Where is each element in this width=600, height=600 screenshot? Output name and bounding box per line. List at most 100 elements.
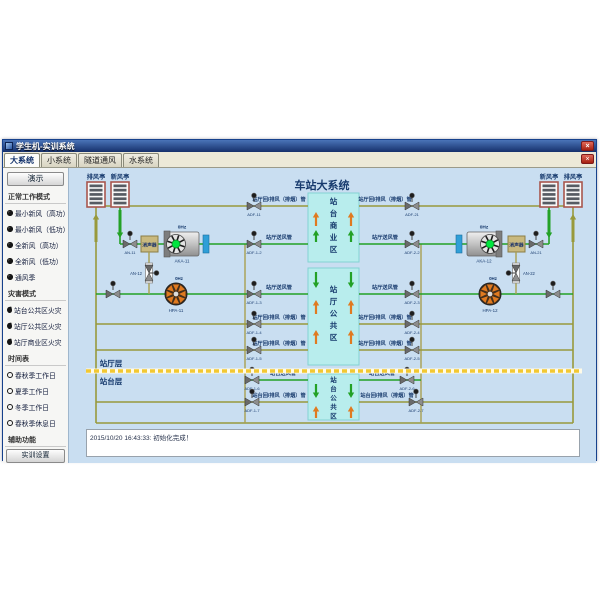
diagram-label: 排风亭: [564, 173, 583, 181]
muffler[interactable]: 消声器: [141, 236, 158, 252]
app-icon: [5, 142, 13, 150]
damper-id: AN-12: [130, 271, 143, 276]
damper-id: ADF-21: [405, 212, 420, 217]
diagram-title: 车站大系统: [295, 178, 350, 192]
sidebar-item[interactable]: 站厅公共区火灾: [3, 318, 68, 334]
damper-actuator[interactable]: [551, 281, 556, 286]
damper-actuator[interactable]: [414, 389, 419, 394]
damper-icon[interactable]: ADF-1-3: [246, 281, 262, 305]
supply-fan-icon[interactable]: 0HzAKA-12: [467, 225, 502, 264]
sidebar-item[interactable]: 最小新风（低功）: [3, 221, 68, 237]
damper-actuator[interactable]: [410, 281, 415, 286]
damper-id: ADF-1-7: [244, 408, 260, 413]
damper-id: AN-21: [530, 250, 542, 255]
flow-arrow: [117, 233, 123, 239]
fan-id: HPA-11: [169, 308, 184, 313]
damper-actuator[interactable]: [250, 389, 255, 394]
vent-pavilion: 新风亭: [111, 173, 130, 207]
damper-icon[interactable]: [546, 281, 560, 298]
diagram-label: 站厅回/排风（排烟）管: [358, 313, 411, 321]
damper-actuator[interactable]: [410, 193, 415, 198]
tab-隧道通风[interactable]: 隧道通风: [78, 153, 122, 167]
damper-icon[interactable]: AN-21: [529, 231, 543, 255]
flow-arrow: [93, 214, 99, 220]
sidebar-item-label: 全新风（高功）: [15, 240, 63, 250]
damper-id: ADF-2-7: [408, 408, 424, 413]
section-header: 灾害模式: [5, 287, 66, 301]
sidebar-item[interactable]: 全新风（低功）: [3, 253, 68, 269]
fan-frequency: 0Hz: [178, 225, 187, 231]
damper-actuator[interactable]: [410, 311, 415, 316]
workspace-close-icon[interactable]: ×: [581, 154, 594, 164]
damper-actuator[interactable]: [534, 231, 539, 236]
damper-actuator[interactable]: [128, 231, 133, 236]
sidebar-item[interactable]: 夏季工作日: [3, 383, 68, 399]
flame-icon: [6, 339, 12, 346]
close-icon[interactable]: ×: [581, 141, 594, 151]
damper-actuator[interactable]: [506, 271, 511, 276]
damper-icon[interactable]: [106, 281, 120, 298]
damper-icon[interactable]: ADF-2-3: [404, 281, 420, 305]
screenshot-stage: 学生机-实训系统 × 大系统小系统隧道通风水系统× 演示 正常工作模式最小新风（…: [0, 0, 600, 600]
sidebar-item-label: 站厅商业区火灾: [14, 337, 62, 347]
window-content: 演示 正常工作模式最小新风（高功）最小新风（低功）全新风（高功）全新风（低功）通…: [3, 168, 596, 463]
vent-pavilion: 排风亭: [564, 173, 583, 207]
vent-pavilion: 新风亭: [540, 173, 559, 207]
diagram-label: 消声器: [509, 242, 524, 249]
damper-id: ADF-2-4: [404, 330, 420, 335]
damper-actuator[interactable]: [252, 231, 257, 236]
damper-actuator[interactable]: [252, 337, 257, 342]
damper-id: ADF-1-2: [246, 250, 262, 255]
damper-icon[interactable]: ADF-2-2: [404, 231, 420, 255]
event-log-panel[interactable]: 2015/10/20 16:43:33: 初始化完成！: [86, 429, 580, 457]
zone-label: 业: [330, 232, 338, 242]
aux-button[interactable]: 实训设置: [6, 449, 65, 463]
damper-actuator[interactable]: [154, 271, 159, 276]
return-fan-icon[interactable]: 0HzHPA-11: [165, 276, 187, 313]
sidebar-item-label: 站厅公共区火灾: [14, 321, 62, 331]
sidebar-item[interactable]: 冬季工作日: [3, 399, 68, 415]
clock-icon: [7, 388, 13, 394]
supply-fan-icon[interactable]: 0Hz AKA-11: [164, 225, 199, 264]
sidebar-item[interactable]: 全新风（高功）: [3, 237, 68, 253]
damper-actuator[interactable]: [252, 193, 257, 198]
damper-actuator[interactable]: [252, 311, 257, 316]
sidebar-item-label: 夏季工作日: [15, 386, 49, 396]
damper-id: ADF-1-3: [246, 300, 262, 305]
bypass-damper-icon[interactable]: AN-12: [130, 263, 159, 283]
muffler[interactable]: 消声器: [508, 236, 525, 252]
damper-actuator[interactable]: [410, 231, 415, 236]
sidebar-item[interactable]: 通风季: [3, 269, 68, 285]
sidebar-item[interactable]: 春秋季工作日: [3, 367, 68, 383]
sidebar-item-label: 春秋季工作日: [15, 370, 56, 380]
damper-id: ADF-1-4: [246, 330, 262, 335]
sidebar-item-label: 最小新风（低功）: [15, 224, 69, 234]
hvac-mimic-diagram: 站台商业区站厅公共区站台公共区站厅回/排风（排烟）管站厅回/排风（排烟）管ADF…: [69, 168, 596, 463]
damper-actuator[interactable]: [410, 337, 415, 342]
return-fan-icon[interactable]: 0HzHPA-12: [479, 276, 501, 313]
diagram-label: 新风亭: [540, 173, 559, 181]
sidebar-item[interactable]: 站厅商业区火灾: [3, 334, 68, 350]
sidebar-item[interactable]: 春秋季休息日: [3, 415, 68, 431]
damper-id: AN-22: [523, 271, 536, 276]
damper-actuator[interactable]: [111, 281, 116, 286]
bypass-damper-icon[interactable]: AN-22: [506, 263, 535, 283]
demo-button[interactable]: 演示: [7, 172, 64, 186]
sidebar-item[interactable]: 最小新风（高功）: [3, 205, 68, 221]
sidebar-item[interactable]: 站台公共区火灾: [3, 302, 68, 318]
damper-actuator[interactable]: [252, 281, 257, 286]
damper-icon[interactable]: ADF-1-2: [246, 231, 262, 255]
tab-bar: 大系统小系统隧道通风水系统 ×: [3, 152, 596, 168]
fan-id: AKA-11: [175, 259, 190, 264]
fan-icon: [7, 258, 13, 264]
tab-水系统[interactable]: 水系统: [123, 153, 159, 167]
flow-arrow: [570, 214, 576, 220]
damper-icon[interactable]: AN-11: [123, 231, 137, 255]
damper-id: ADF-1-5: [246, 356, 262, 361]
tab-小系统[interactable]: 小系统: [41, 153, 77, 167]
flame-icon: [6, 323, 12, 330]
damper-id: AN-11: [124, 250, 136, 255]
app-window: 学生机-实训系统 × 大系统小系统隧道通风水系统× 演示 正常工作模式最小新风（…: [2, 139, 597, 461]
diagram-label: 站厅回/排风（排烟）管: [252, 339, 305, 347]
tab-大系统[interactable]: 大系统: [4, 153, 40, 167]
